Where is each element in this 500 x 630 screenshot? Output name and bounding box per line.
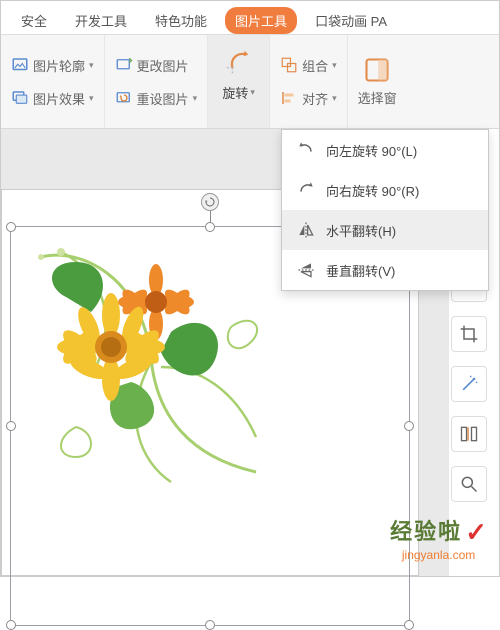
select-pane-label: 选择窗 bbox=[358, 88, 397, 107]
rotate-button[interactable]: 旋转 ▾ bbox=[208, 35, 270, 128]
more-button[interactable] bbox=[451, 466, 487, 502]
reset-picture-icon bbox=[115, 89, 133, 107]
flower-image bbox=[21, 237, 281, 497]
group-button[interactable]: 组合 ▾ bbox=[280, 56, 337, 75]
menu-rotate-left[interactable]: 向左旋转 90°(L) bbox=[282, 130, 488, 170]
resize-handle-sw[interactable] bbox=[6, 620, 16, 630]
menu-flip-horizontal-label: 水平翻转(H) bbox=[326, 221, 396, 240]
rotate-dropdown-menu: 向左旋转 90°(L) 向右旋转 90°(R) 水平翻转(H) 垂直翻转(V) bbox=[281, 129, 489, 291]
resize-handle-nw[interactable] bbox=[6, 222, 16, 232]
rotate-icon bbox=[224, 47, 254, 77]
adjust-button[interactable] bbox=[451, 366, 487, 402]
ribbon: 图片轮廓 ▾ 图片效果 ▾ 更改图片 重设图片 ▾ 旋转 ▾ bbox=[1, 35, 499, 129]
watermark: 经验啦 ✓ jingyanla.com bbox=[390, 514, 487, 562]
tab-devtools[interactable]: 开发工具 bbox=[65, 7, 137, 34]
distribute-icon bbox=[459, 424, 479, 444]
picture-effects-button[interactable]: 图片效果 ▾ bbox=[11, 89, 94, 108]
dropdown-caret-icon: ▾ bbox=[332, 93, 337, 104]
picture-outline-icon bbox=[11, 56, 29, 74]
dropdown-caret-icon: ▾ bbox=[89, 60, 94, 71]
resize-handle-se[interactable] bbox=[404, 620, 414, 630]
search-icon bbox=[459, 474, 479, 494]
right-sidebar bbox=[451, 266, 491, 502]
dropdown-caret-icon: ▾ bbox=[332, 60, 337, 71]
picture-effects-icon bbox=[11, 89, 29, 107]
reset-picture-button[interactable]: 重设图片 ▾ bbox=[115, 89, 198, 108]
watermark-title: 经验啦 bbox=[390, 519, 462, 544]
change-picture-icon bbox=[115, 56, 133, 74]
group-icon bbox=[280, 56, 298, 74]
crop-button[interactable] bbox=[451, 316, 487, 352]
group-label: 组合 bbox=[302, 56, 328, 75]
change-picture-button[interactable]: 更改图片 bbox=[115, 56, 198, 75]
picture-outline-button[interactable]: 图片轮廓 ▾ bbox=[11, 56, 94, 75]
tab-picture-tools[interactable]: 图片工具 bbox=[225, 7, 297, 34]
ribbon-group-picture-edit: 更改图片 重设图片 ▾ bbox=[105, 35, 209, 128]
change-picture-label: 更改图片 bbox=[137, 56, 189, 75]
rotate-right-icon bbox=[296, 180, 316, 200]
select-pane-icon bbox=[363, 56, 391, 84]
reset-picture-label: 重设图片 bbox=[137, 89, 189, 108]
resize-handle-n[interactable] bbox=[205, 222, 215, 232]
rotation-handle-icon bbox=[204, 196, 216, 208]
rotation-handle[interactable] bbox=[201, 193, 219, 211]
magic-wand-icon bbox=[459, 374, 479, 394]
resize-handle-s[interactable] bbox=[205, 620, 215, 630]
picture-effects-label: 图片效果 bbox=[33, 89, 85, 108]
tab-features[interactable]: 特色功能 bbox=[145, 7, 217, 34]
watermark-url: jingyanla.com bbox=[390, 548, 487, 562]
tab-pocket-anim[interactable]: 口袋动画 PA bbox=[305, 7, 397, 34]
checkmark-icon: ✓ bbox=[465, 517, 487, 547]
picture-outline-label: 图片轮廓 bbox=[33, 56, 85, 75]
tab-bar: 安全 开发工具 特色功能 图片工具 口袋动画 PA bbox=[1, 1, 499, 35]
arrange-button[interactable] bbox=[451, 416, 487, 452]
resize-handle-e[interactable] bbox=[404, 421, 414, 431]
rotate-label: 旋转 bbox=[222, 83, 248, 102]
menu-flip-horizontal[interactable]: 水平翻转(H) bbox=[282, 210, 488, 250]
ribbon-group-select: 选择窗 bbox=[348, 35, 407, 128]
align-icon bbox=[280, 89, 298, 107]
menu-flip-vertical[interactable]: 垂直翻转(V) bbox=[282, 250, 488, 290]
crop-icon bbox=[459, 324, 479, 344]
menu-rotate-left-label: 向左旋转 90°(L) bbox=[326, 141, 417, 160]
dropdown-caret-icon: ▾ bbox=[193, 93, 198, 104]
tab-security[interactable]: 安全 bbox=[11, 7, 57, 34]
align-label: 对齐 bbox=[302, 89, 328, 108]
ribbon-group-picture-style: 图片轮廓 ▾ 图片效果 ▾ bbox=[1, 35, 105, 128]
align-button[interactable]: 对齐 ▾ bbox=[280, 89, 337, 108]
menu-flip-vertical-label: 垂直翻转(V) bbox=[326, 261, 395, 280]
dropdown-caret-icon: ▾ bbox=[250, 87, 255, 98]
ribbon-group-arrange: 组合 ▾ 对齐 ▾ bbox=[270, 35, 348, 128]
rotate-left-icon bbox=[296, 140, 316, 160]
select-pane-button[interactable]: 选择窗 bbox=[358, 43, 397, 120]
menu-rotate-right-label: 向右旋转 90°(R) bbox=[326, 181, 419, 200]
flip-horizontal-icon bbox=[296, 220, 316, 240]
dropdown-caret-icon: ▾ bbox=[89, 93, 94, 104]
flip-vertical-icon bbox=[296, 260, 316, 280]
resize-handle-w[interactable] bbox=[6, 421, 16, 431]
menu-rotate-right[interactable]: 向右旋转 90°(R) bbox=[282, 170, 488, 210]
